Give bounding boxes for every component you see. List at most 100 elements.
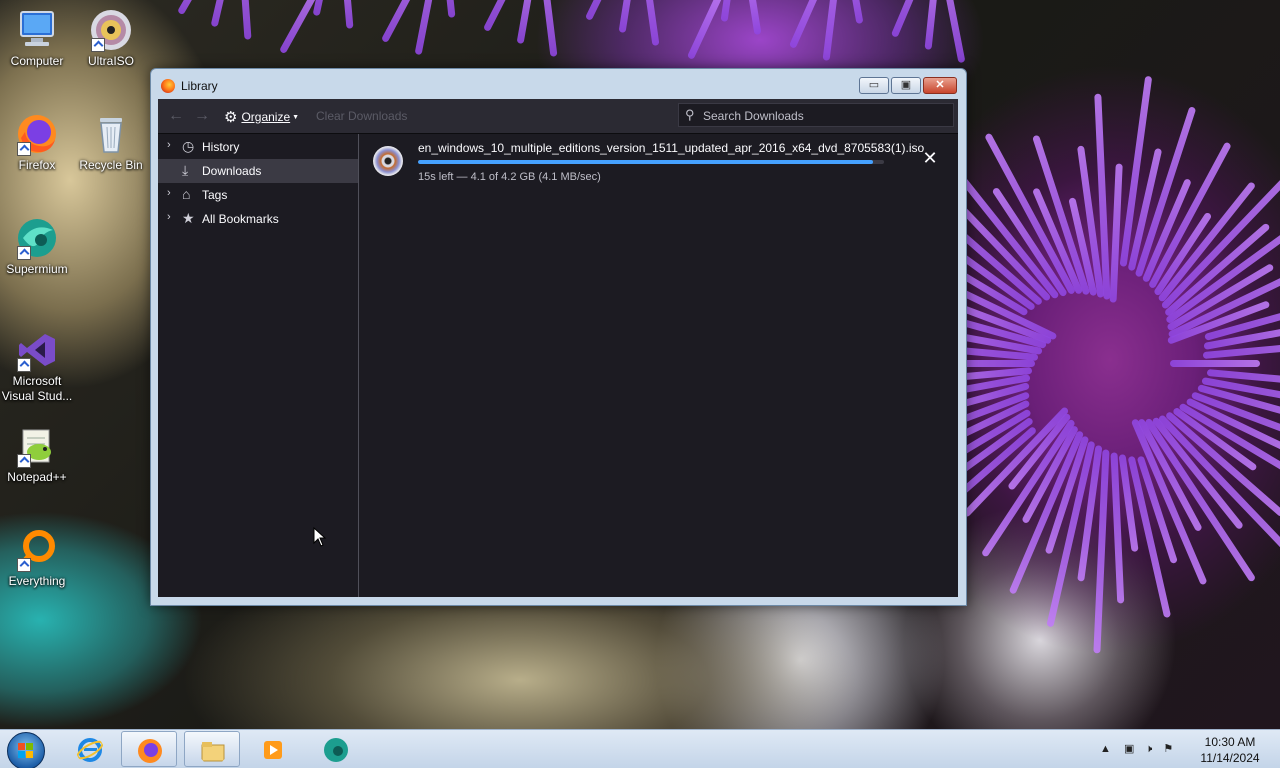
sidebar-item-downloads[interactable]: ⤓ Downloads [158, 159, 358, 183]
star-icon: ★ [182, 210, 195, 226]
wallpaper-spike [618, 0, 640, 34]
clock-date: 11/14/2024 [1200, 751, 1260, 765]
gear-icon: ⚙ [224, 109, 238, 126]
window-titlebar[interactable]: Library ▭ ▣ ✕ [151, 69, 966, 99]
wallpaper-spike [210, 0, 238, 28]
desktop-icon-label: Supermium [6, 262, 68, 276]
download-icon: ⤓ [182, 162, 189, 178]
wallpaper-spike [340, 0, 354, 29]
desktop-icon-supermium[interactable]: Supermium [0, 216, 74, 277]
maximize-button[interactable]: ▣ [891, 77, 921, 94]
desktop-icon-computer[interactable]: Computer [0, 8, 74, 69]
wallpaper-spike [1109, 163, 1123, 303]
shortcut-arrow-icon [91, 38, 105, 52]
desktop-icon-ultraiso[interactable]: UltraISO [74, 8, 148, 69]
desktop-icon-notepad-plus[interactable]: Notepad++ [0, 424, 74, 485]
chevron-right-icon[interactable]: › [167, 211, 171, 223]
supermium-icon [324, 738, 348, 762]
clock-time: 10:30 AM [1204, 735, 1256, 749]
show-hidden-icons-icon[interactable]: ▲ [1100, 743, 1111, 755]
chevron-down-icon: ▼ [292, 114, 300, 121]
download-progress-fill [418, 160, 873, 164]
close-button[interactable]: ✕ [923, 77, 957, 94]
library-window: Library ▭ ▣ ✕ ← → ⚙ Organize ▼ Clear Downl… [150, 68, 967, 606]
network-icon[interactable]: ▣ [1124, 743, 1134, 755]
sidebar-item-label: History [202, 140, 240, 154]
desktop-icon-label: Computer [10, 54, 64, 68]
firefox-icon [15, 112, 59, 156]
disc-icon [89, 8, 133, 52]
organize-button[interactable]: ⚙ Organize ▼ [224, 107, 300, 126]
taskbar-media-player[interactable] [245, 731, 301, 767]
sidebar-item-history[interactable]: › ◷ History [158, 135, 358, 159]
wallpaper-spike [636, 0, 660, 46]
visual-studio-icon [15, 328, 59, 372]
chevron-right-icon[interactable]: › [167, 187, 171, 199]
wallpaper-spike [686, 0, 725, 60]
download-status: 15s left — 4.1 of 4.2 GB (4.1 MB/sec) [418, 171, 601, 183]
clear-downloads-button[interactable]: Clear Downloads [316, 109, 407, 123]
window-title: Library [181, 79, 218, 93]
organize-label: Organize [241, 110, 291, 124]
shortcut-arrow-icon [17, 558, 31, 572]
wallpaper-spike [538, 0, 558, 57]
desktop-icon-label: Notepad++ [7, 470, 67, 484]
library-content: ← → ⚙Organize▼ Clear Downloads ⚲ › ◷ His… [158, 99, 958, 597]
action-center-flag-icon[interactable]: ⚑ [1163, 743, 1173, 755]
wallpaper-spike [312, 0, 342, 17]
desktop-icon-firefox[interactable]: Firefox [0, 112, 74, 173]
search-icon: ⚲ [685, 107, 695, 122]
wallpaper-spike [940, 0, 966, 64]
supermium-icon [15, 216, 59, 260]
chevron-right-icon[interactable]: › [167, 139, 171, 151]
shortcut-arrow-icon [17, 358, 31, 372]
search-input[interactable] [701, 106, 950, 126]
volume-muted-icon[interactable]: 🕨 [1145, 743, 1152, 755]
sidebar-item-label: All Bookmarks [202, 212, 279, 226]
sidebar-item-tags[interactable]: › ⌂ Tags [158, 183, 358, 207]
taskbar-file-explorer[interactable] [184, 731, 240, 767]
file-explorer-icon [201, 742, 225, 762]
wallpaper-spike [924, 0, 939, 50]
search-box[interactable]: ⚲ [678, 103, 954, 127]
cancel-download-button[interactable]: ✕ [920, 149, 940, 167]
taskbar-internet-explorer[interactable] [62, 731, 118, 767]
wallpaper-spike [584, 0, 648, 22]
taskbar-supermium[interactable] [308, 731, 364, 767]
firefox-icon [161, 79, 175, 93]
recycle-bin-icon [89, 112, 133, 156]
wallpaper-spike [414, 0, 445, 56]
library-toolbar: ← → ⚙ Organize ▼ Clear Downloads ⚲ [158, 99, 958, 134]
internet-explorer-icon [76, 738, 104, 762]
wallpaper-spike [720, 0, 742, 22]
wallpaper-spike [439, 0, 456, 18]
back-button[interactable]: ← [168, 107, 184, 125]
desktop-icon-recycle-bin[interactable]: Recycle Bin [74, 112, 148, 173]
desktop-icon-label: Everything [8, 574, 66, 588]
desktop-icon-everything[interactable]: Everything [0, 528, 74, 589]
forward-button[interactable]: → [194, 107, 210, 125]
sidebar-item-all-bookmarks[interactable]: › ★ All Bookmarks [158, 207, 358, 231]
start-button[interactable] [7, 732, 45, 768]
download-item[interactable]: en_windows_10_multiple_editions_version_… [360, 134, 958, 186]
desktop-icon-label: Microsoft Visual Stud... [1, 374, 73, 403]
library-sidebar: › ◷ History ⤓ Downloads › ⌂ Tags › ★ All… [158, 134, 359, 597]
notepad-plus-icon [15, 424, 59, 468]
taskbar-clock[interactable]: 10:30 AM 11/14/2024 [1190, 734, 1270, 766]
disc-image-file-icon [373, 146, 403, 176]
wallpaper-spike [842, 0, 864, 25]
desktop-icon-visual-studio[interactable]: Microsoft Visual Stud... [0, 328, 74, 404]
desktop-icon-label: Recycle Bin [79, 158, 143, 172]
shortcut-arrow-icon [17, 246, 31, 260]
download-filename: en_windows_10_multiple_editions_version_… [418, 141, 925, 155]
mouse-cursor-icon [313, 527, 327, 547]
wallpaper-spike [744, 0, 762, 36]
wallpaper-spike [516, 0, 536, 45]
sidebar-item-label: Tags [202, 188, 228, 202]
minimize-button[interactable]: ▭ [859, 77, 889, 94]
taskbar-firefox[interactable] [121, 731, 177, 767]
desktop-icon-label: UltraISO [87, 54, 134, 68]
shortcut-arrow-icon [17, 454, 31, 468]
media-player-icon [264, 741, 282, 759]
wallpaper-spike [822, 0, 845, 61]
